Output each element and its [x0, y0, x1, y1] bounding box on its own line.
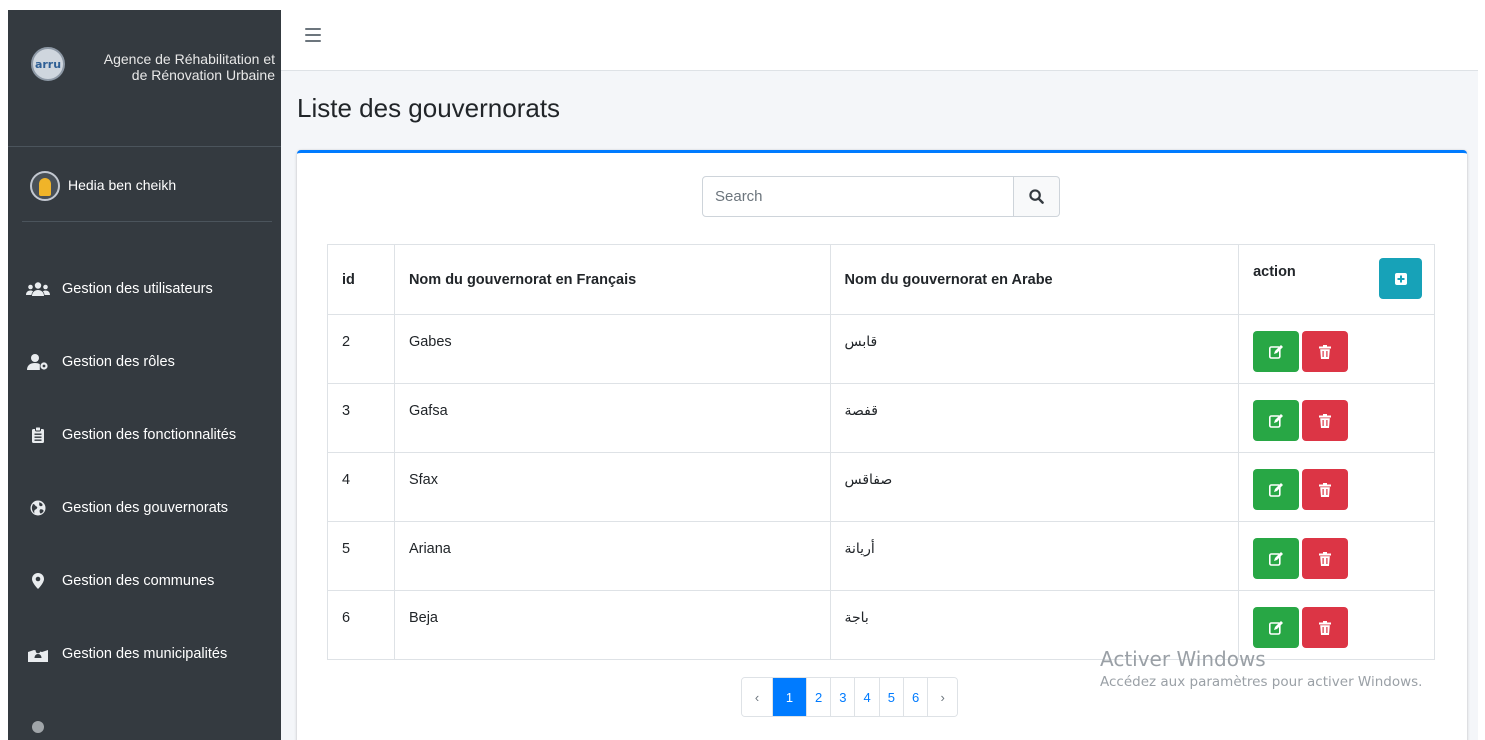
cell-actions: [1238, 314, 1435, 384]
pagination-page-5[interactable]: 5: [878, 678, 903, 716]
header-action-label: action: [1253, 264, 1296, 280]
table-row: 3 Gafsa قفصة: [327, 383, 1435, 453]
pagination: ‹ 1 2 3 4 5 6 ›: [741, 677, 959, 717]
delete-button[interactable]: [1302, 607, 1349, 648]
search-group: [702, 176, 1060, 217]
cog-icon: [22, 719, 54, 735]
sidebar-item-label: Gestion des fonctionnalités: [62, 427, 237, 443]
watermark-subtitle: Accédez aux paramètres pour activer Wind…: [1100, 674, 1423, 690]
sidebar-item-gouvernorats[interactable]: Gestion des gouvernorats: [22, 488, 277, 528]
edit-icon: [1269, 413, 1284, 428]
sidebar-item-label: Gestion des municipalités: [62, 646, 228, 662]
edit-button[interactable]: [1253, 607, 1300, 648]
cell-name-ar: قابس: [829, 314, 1240, 384]
pagination-page-2[interactable]: 2: [806, 678, 831, 716]
delete-button[interactable]: [1302, 538, 1349, 579]
edit-button[interactable]: [1253, 469, 1300, 510]
sidebar-item-fonctionnalites[interactable]: Gestion des fonctionnalités: [22, 415, 277, 455]
search-button[interactable]: [1014, 176, 1060, 217]
edit-icon: [1269, 344, 1284, 359]
gouvernorats-table: id Nom du gouvernorat en Français Nom du…: [327, 244, 1435, 660]
sidebar-item-label: Gestion des utilisateurs: [62, 281, 213, 297]
sidebar-item-label: Gestion des rôles: [62, 354, 175, 370]
pagination-page-1[interactable]: 1: [772, 678, 806, 716]
map-marker-icon: [22, 573, 54, 589]
table-row: 4 Sfax صفاقس: [327, 452, 1435, 522]
edit-icon: [1269, 551, 1284, 566]
delete-button[interactable]: [1302, 400, 1349, 441]
cell-id: 2: [327, 314, 395, 384]
cell-name-fr: Gafsa: [393, 383, 831, 453]
cell-name-ar: أريانة: [829, 521, 1240, 591]
cell-name-fr: Ariana: [393, 521, 831, 591]
cell-name-ar: صفاقس: [829, 452, 1240, 522]
edit-button[interactable]: [1253, 400, 1300, 441]
add-gouvernorat-button[interactable]: [1379, 258, 1423, 299]
table-row: 5 Ariana أريانة: [327, 521, 1435, 591]
users-icon: [22, 282, 54, 296]
user-name[interactable]: Hedia ben cheikh: [68, 177, 176, 193]
pagination-next[interactable]: ›: [927, 678, 958, 716]
edit-icon: [1269, 620, 1284, 635]
sidebar-item-roles[interactable]: Gestion des rôles: [22, 342, 277, 382]
pagination-page-6[interactable]: 6: [902, 678, 928, 716]
cell-name-fr: Gabes: [393, 314, 831, 384]
search-input[interactable]: [702, 176, 1014, 217]
cell-actions: [1238, 383, 1435, 453]
brand-logo: arru: [31, 47, 65, 81]
sidebar-item-partial[interactable]: [22, 707, 277, 740]
user-avatar-icon: [30, 171, 60, 201]
cell-id: 6: [327, 590, 395, 660]
pagination-page-3[interactable]: 3: [830, 678, 855, 716]
pagination-page-4[interactable]: 4: [854, 678, 879, 716]
menu-toggle-icon[interactable]: [305, 28, 321, 42]
cell-actions: [1238, 452, 1435, 522]
user-panel[interactable]: Hedia ben cheikh: [22, 168, 272, 222]
trash-icon: [1319, 413, 1332, 428]
header-name-ar: Nom du gouvernorat en Arabe: [829, 244, 1240, 315]
header-action: action: [1238, 244, 1435, 315]
sidebar-item-label: Gestion des gouvernorats: [62, 500, 229, 516]
table-row: 2 Gabes قابس: [327, 314, 1435, 384]
sidebar-item-utilisateurs[interactable]: Gestion des utilisateurs: [22, 269, 277, 309]
windows-activation-watermark: Activer Windows Accédez aux paramètres p…: [1100, 647, 1422, 690]
map-people-icon: [22, 646, 54, 662]
top-navbar: [281, 10, 1478, 71]
trash-icon: [1319, 620, 1332, 635]
trash-icon: [1319, 344, 1332, 359]
sidebar-item-label: Gestion des communes: [62, 573, 215, 589]
header-id: id: [327, 244, 395, 315]
edit-button[interactable]: [1253, 538, 1300, 579]
sidebar: arru Agence de Réhabilitation et de Réno…: [8, 10, 281, 740]
brand-logo-text: arru: [34, 57, 62, 71]
trash-icon: [1319, 551, 1332, 566]
header-name-fr: Nom du gouvernorat en Français: [393, 244, 831, 315]
search-icon: [1029, 189, 1044, 204]
table-header-row: id Nom du gouvernorat en Français Nom du…: [327, 244, 1435, 315]
pagination-prev[interactable]: ‹: [742, 678, 772, 716]
cell-id: 4: [327, 452, 395, 522]
sidebar-item-communes[interactable]: Gestion des communes: [22, 561, 277, 601]
cell-id: 5: [327, 521, 395, 591]
watermark-title: Activer Windows: [1100, 647, 1266, 671]
edit-icon: [1269, 482, 1284, 497]
delete-button[interactable]: [1302, 469, 1349, 510]
user-cog-icon: [22, 354, 54, 370]
cell-name-ar: قفصة: [829, 383, 1240, 453]
plus-square-icon: [1394, 272, 1407, 285]
cell-id: 3: [327, 383, 395, 453]
cell-name-fr: Sfax: [393, 452, 831, 522]
delete-button[interactable]: [1302, 331, 1349, 372]
content-wrapper: Liste des gouvernorats id Nom du gouvern…: [281, 71, 1478, 740]
cell-name-fr: Beja: [393, 590, 831, 660]
clipboard-list-icon: [22, 427, 54, 443]
page-title: Liste des gouvernorats: [297, 93, 561, 123]
sidebar-item-municipalites[interactable]: Gestion des municipalités: [22, 634, 277, 674]
brand[interactable]: arru Agence de Réhabilitation et de Réno…: [8, 10, 281, 147]
cell-actions: [1238, 521, 1435, 591]
globe-icon: [22, 500, 54, 516]
edit-button[interactable]: [1253, 331, 1300, 372]
brand-title: Agence de Réhabilitation et de Rénovatio…: [103, 51, 275, 83]
trash-icon: [1319, 482, 1332, 497]
